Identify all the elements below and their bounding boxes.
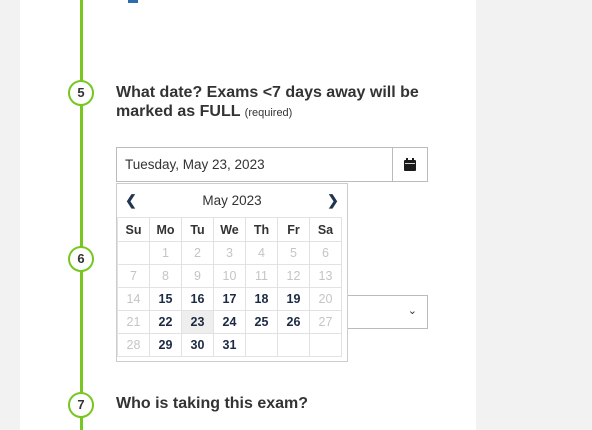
calendar-week-row: 14 15 16 17 18 19 20 [117,287,342,311]
weekday-label: Fr [277,217,310,242]
calendar-week-row: 7 8 9 10 11 12 13 [117,264,342,288]
calendar-day-disabled: 6 [309,241,342,265]
weekday-label: We [213,217,246,242]
datepicker-grid: Su Mo Tu We Th Fr Sa 1 2 3 4 5 6 7 8 9 10 11 12 13 14… [117,217,342,357]
calendar-icon [404,158,416,171]
calendar-day[interactable]: 22 [149,310,182,334]
calendar-empty-cell [277,333,310,357]
calendar-day-disabled: 7 [117,264,150,288]
weekday-label: Tu [181,217,214,242]
calendar-empty-cell [309,333,342,357]
calendar-day-disabled: 1 [149,241,182,265]
step-number-5: 5 [68,80,94,106]
calendar-day[interactable]: 30 [181,333,214,357]
calendar-day-disabled: 12 [277,264,310,288]
calendar-day[interactable]: 25 [245,310,278,334]
calendar-day[interactable]: 29 [149,333,182,357]
calendar-day-disabled: 4 [245,241,278,265]
calendar-week-row: 28 29 30 31 [117,333,342,357]
calendar-empty-cell [117,241,150,265]
date-input[interactable]: Tuesday, May 23, 2023 [116,147,392,182]
calendar-day-disabled: 10 [213,264,246,288]
calendar-day-disabled: 21 [117,310,150,334]
calendar-day[interactable]: 24 [213,310,246,334]
calendar-day[interactable]: 15 [149,287,182,311]
datepicker-month-label: May 2023 [202,193,262,208]
required-label: (required) [244,107,293,119]
checkbox-edge[interactable] [128,0,138,3]
calendar-week-row: 21 22 23 24 25 26 27 [117,310,342,334]
calendar-day[interactable]: 19 [277,287,310,311]
calendar-day-disabled: 2 [181,241,214,265]
datepicker-popup: ❮ May 2023 ❯ Su Mo Tu We Th Fr Sa 123456… [116,183,348,362]
chevron-down-icon: ⌄ [407,305,417,317]
calendar-day-disabled: 13 [309,264,342,288]
calendar-button[interactable] [392,147,428,182]
calendar-day-disabled: 11 [245,264,278,288]
datepicker-header: ❮ May 2023 ❯ [117,184,347,217]
calendar-day-disabled: 8 [149,264,182,288]
calendar-day-disabled: 9 [181,264,214,288]
step6-select[interactable]: ⌄ [347,295,428,329]
calendar-day[interactable]: 31 [213,333,246,357]
question-who: Who is taking this exam? [116,395,309,412]
weekday-label: Su [117,217,150,242]
calendar-week-row: 123456 [117,241,342,265]
calendar-day-disabled: 20 [309,287,342,311]
calendar-day-disabled: 28 [117,333,150,357]
calendar-day[interactable]: 18 [245,287,278,311]
calendar-day-disabled: 14 [117,287,150,311]
weekday-row: Su Mo Tu We Th Fr Sa [117,217,342,242]
calendar-day-disabled: 5 [277,241,310,265]
weekday-label: Th [245,217,278,242]
timeline-line [80,0,83,430]
weekday-label: Mo [149,217,182,242]
calendar-day[interactable]: 26 [277,310,310,334]
calendar-day-selected[interactable]: 23 [181,310,214,334]
question-date: What date? Exams <7 days away will be ma… [116,83,436,123]
step-number-7: 7 [68,392,94,418]
calendar-day-disabled: 3 [213,241,246,265]
step-number-6: 6 [68,246,94,272]
calendar-empty-cell [245,333,278,357]
weekday-label: Sa [309,217,342,242]
calendar-day[interactable]: 16 [181,287,214,311]
calendar-day[interactable]: 17 [213,287,246,311]
calendar-day-disabled: 27 [309,310,342,334]
chevron-right-icon[interactable]: ❯ [326,192,340,208]
